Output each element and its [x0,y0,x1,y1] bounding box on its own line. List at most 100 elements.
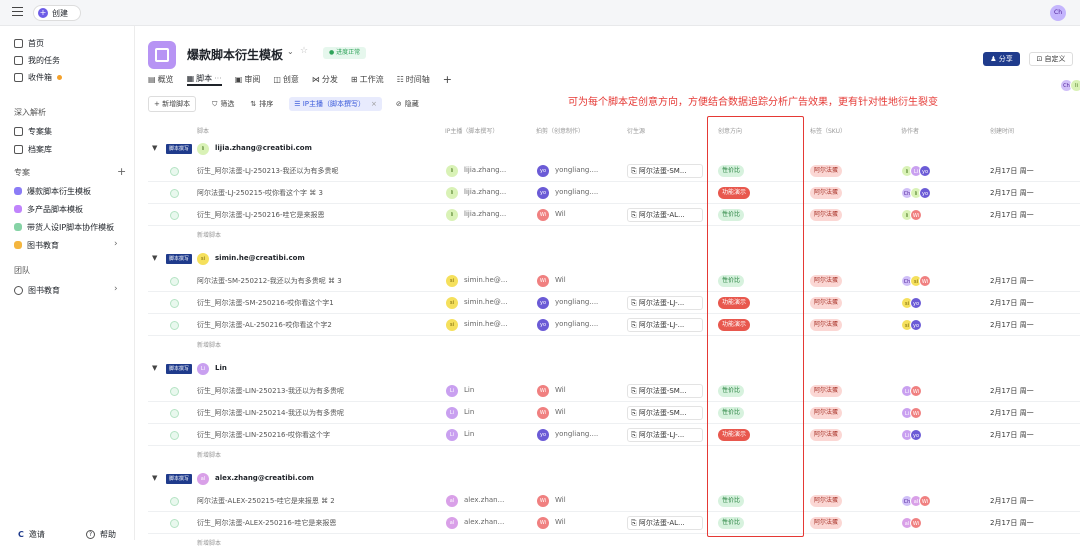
sku-tag[interactable]: 阿尔法蛋 [810,319,843,331]
customize-button[interactable]: ⊡ 自定义 [1029,52,1073,66]
script-title[interactable]: 阿尔法蛋-LJ-250215-哎你看这个字 ⌘ 3 [197,188,442,198]
caret-down-icon[interactable]: ▼ [152,144,157,152]
user-avatar[interactable]: Ch [1050,5,1066,21]
chevron-right-icon[interactable]: › [114,284,118,294]
source-link[interactable]: ⎘ 阿尔法蛋-SM... [627,406,703,420]
add-script-row[interactable]: 新增脚本 [197,340,221,349]
script-title[interactable]: 阿尔法蛋-SM-250212-我还以为有多贵呢 ⌘ 3 [197,276,442,286]
filter-button[interactable]: ⛉ 筛选 [212,99,234,109]
star-icon[interactable]: ☆ [300,46,308,56]
table-row[interactable]: 衍生_阿尔法蛋-AL-250216-哎你看这个字2 si simin.he@... y… [148,314,1080,336]
collaborators[interactable]: Li Wi [901,407,922,419]
tab-timeline[interactable]: ☷ 时间轴 [397,72,430,86]
sidebar-project-1[interactable]: 爆款脚本衍生模板 [14,184,91,198]
table-row[interactable]: 阿尔法蛋-LJ-250215-哎你看这个字 ⌘ 3 li lijia.zhang..… [148,182,1080,204]
sku-tag[interactable]: 阿尔法蛋 [810,517,843,529]
column-header[interactable]: 标签（SKU） [810,126,846,135]
sku-tag[interactable]: 阿尔法蛋 [810,495,843,507]
complete-check-icon[interactable] [170,167,179,176]
table-row[interactable]: 衍生_阿尔法蛋-LIN-250214-我还以为有多贵呢 Li Lin Wi Wil ⎘ 阿… [148,402,1080,424]
sku-tag[interactable]: 阿尔法蛋 [810,407,843,419]
tab-creative[interactable]: ◫ 创意 [273,72,299,86]
column-header[interactable]: 衍生源 [627,126,645,135]
column-header[interactable]: IP主播（脚本撰写） [445,126,498,135]
status-badge[interactable]: ● 进度正常 [323,47,367,59]
sidebar-item-home[interactable]: 首页 [14,36,44,50]
members-avatars[interactable]: Ch li yo +6 [1060,79,1080,92]
sku-tag[interactable]: 阿尔法蛋 [810,429,843,441]
chevron-right-icon[interactable]: › [114,239,118,249]
source-link[interactable]: ⎘ 阿尔法蛋-AL... [627,208,703,222]
tab-scripts[interactable]: ▦ 脚本 ··· [186,72,222,86]
column-header[interactable]: 拍剪（创意制作） [536,126,584,135]
sidebar-project-2[interactable]: 多产品脚本模板 [14,202,83,216]
table-row[interactable]: 衍生_阿尔法蛋-LIN-250213-我还以为有多贵呢 Li Lin Wi Wil ⎘ 阿… [148,380,1080,402]
sidebar-item-archive[interactable]: 档案库 [14,142,52,156]
complete-check-icon[interactable] [170,211,179,220]
source-link[interactable]: ⎘ 阿尔法蛋-SM... [627,384,703,398]
script-title[interactable]: 衍生_阿尔法蛋-LIN-250213-我还以为有多贵呢 [197,386,442,396]
add-script-row[interactable]: 新增脚本 [197,538,221,547]
script-title[interactable]: 阿尔法蛋-ALEX-250215-哇它是来报恩 ⌘ 2 [197,496,442,506]
caret-down-icon[interactable]: ▼ [152,364,157,372]
caret-down-icon[interactable]: ▼ [152,254,157,262]
script-title[interactable]: 衍生_阿尔法蛋-SM-250216-哎你看这个字1 [197,298,442,308]
complete-check-icon[interactable] [170,299,179,308]
complete-check-icon[interactable] [170,387,179,396]
group-header[interactable]: ▼ 脚本撰写 si simin.he@creatibi.com [148,249,1080,269]
collaborators[interactable]: Li Wi [901,385,922,397]
menu-icon[interactable] [12,7,23,16]
sidebar-project-4[interactable]: 图书教育 [14,238,59,252]
hide-button[interactable]: ⊘ 隐藏 [396,99,419,109]
add-project-icon[interactable]: + [117,165,126,178]
new-script-button[interactable]: + 新增脚本 [148,96,197,112]
complete-check-icon[interactable] [170,497,179,506]
source-link[interactable]: ⎘ 阿尔法蛋-LJ-... [627,318,703,332]
tab-overview[interactable]: ▤ 概览 [148,72,174,86]
column-header[interactable]: 创建时间 [990,126,1014,135]
tab-distribution[interactable]: ⋈ 分发 [312,72,338,86]
sku-tag[interactable]: 阿尔法蛋 [810,385,843,397]
script-title[interactable]: 衍生_阿尔法蛋-LJ-250216-哇它是来报恩 [197,210,442,220]
table-row[interactable]: 阿尔法蛋-ALEX-250215-哇它是来报恩 ⌘ 2 al alex.zhan..… [148,490,1080,512]
sku-tag[interactable]: 阿尔法蛋 [810,297,843,309]
group-filter-chip[interactable]: ☰ IP主播（脚本撰写） × [289,97,382,111]
collaborators[interactable]: si yo [901,319,922,331]
table-row[interactable]: 衍生_阿尔法蛋-LJ-250216-哇它是来报恩 li lijia.zhang...… [148,204,1080,226]
sidebar-project-3[interactable]: 带货人设IP脚本协作模板 [14,220,114,234]
table-row[interactable]: 阿尔法蛋-SM-250212-我还以为有多贵呢 ⌘ 3 si simin.he@..… [148,270,1080,292]
tab-workflow[interactable]: ⊞ 工作流 [351,72,384,86]
group-header[interactable]: ▼ 脚本撰写 al alex.zhang@creatibi.com [148,469,1080,489]
group-header[interactable]: ▼ 脚本撰写 li lijia.zhang@creatibi.com [148,139,1080,159]
add-script-row[interactable]: 新增脚本 [197,230,221,239]
complete-check-icon[interactable] [170,189,179,198]
sidebar-team-item[interactable]: 图书教育 [14,283,60,297]
source-link[interactable]: ⎘ 阿尔法蛋-SM... [627,164,703,178]
more-icon[interactable]: ··· [214,74,222,83]
share-button[interactable]: ♟ 分享 [983,52,1020,66]
column-header[interactable]: 脚本 [197,126,209,135]
script-title[interactable]: 衍生_阿尔法蛋-LIN-250214-我还以为有多贵呢 [197,408,442,418]
group-header[interactable]: ▼ 脚本撰写 Li Lin [148,359,1080,379]
chevron-down-icon[interactable]: ⌄ [287,47,294,56]
create-button[interactable]: + 创建 [33,5,81,21]
collaborators[interactable]: Li yo [901,429,922,441]
sort-button[interactable]: ⇅ 排序 [250,99,273,109]
complete-check-icon[interactable] [170,431,179,440]
collaborators[interactable]: Ch al Wi [901,495,931,507]
collaborators[interactable]: si yo [901,297,922,309]
add-tab-button[interactable]: + [443,72,452,86]
collaborators[interactable]: Ch li yo [901,187,931,199]
collaborators[interactable]: li Li yo [901,165,931,177]
sku-tag[interactable]: 阿尔法蛋 [810,187,843,199]
table-row[interactable]: 衍生_阿尔法蛋-LIN-250216-哎你看这个字 Li Lin yo yonglian… [148,424,1080,446]
script-title[interactable]: 衍生_阿尔法蛋-LIN-250216-哎你看这个字 [197,430,442,440]
sku-tag[interactable]: 阿尔法蛋 [810,275,843,287]
column-header[interactable]: 协作者 [901,126,919,135]
sidebar-item-tasks[interactable]: 我的任务 [14,53,60,67]
collaborators[interactable]: Ch si Wi [901,275,931,287]
collaborators[interactable]: li Wi [901,209,922,221]
sidebar-item-inbox[interactable]: 收件箱 [14,70,62,84]
source-link[interactable]: ⎘ 阿尔法蛋-LJ-... [627,428,703,442]
close-icon[interactable]: × [371,100,377,108]
